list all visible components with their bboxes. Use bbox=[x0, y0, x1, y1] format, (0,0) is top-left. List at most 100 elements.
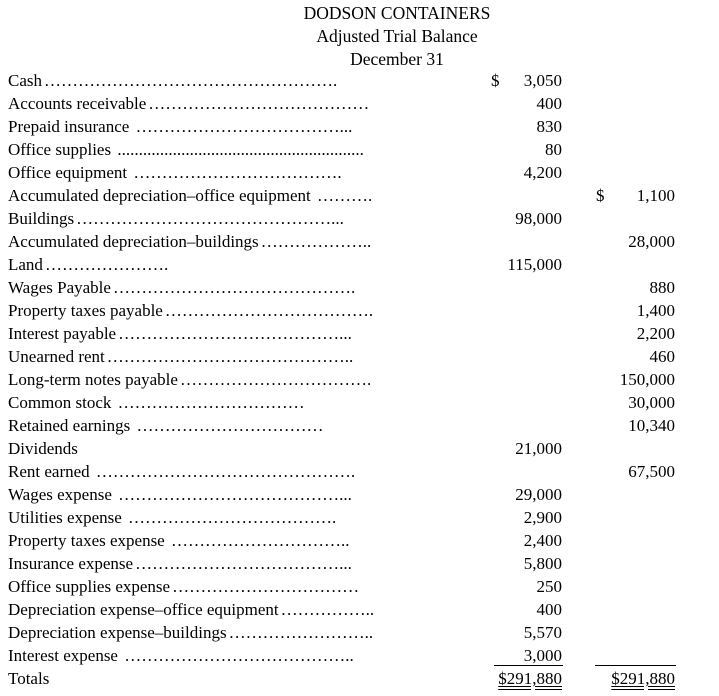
debit-amount: 80 bbox=[545, 140, 562, 159]
dot-leader: ……………………………………. bbox=[112, 278, 356, 297]
account-cell: Accumulated depreciation–buildings………………… bbox=[8, 230, 438, 253]
report-title: Adjusted Trial Balance bbox=[316, 26, 478, 46]
table-row: Depreciation expense–office equipment………… bbox=[0, 598, 719, 621]
dot-leader: ……………………………………………. bbox=[44, 71, 338, 90]
credit-amount: 150,000 bbox=[619, 370, 675, 389]
dot-leader: …………………….. bbox=[228, 623, 374, 642]
table-row: Property taxes payable………………………………. 1,400 bbox=[0, 299, 719, 322]
table-row: Prepaid insurance ………………………………... 830 bbox=[0, 115, 719, 138]
account-name: Office supplies bbox=[8, 140, 114, 159]
account-cell: Utilities expense ………………………………. bbox=[8, 506, 438, 529]
account-cell: Interest payable…………………………………... bbox=[8, 322, 438, 345]
account-name: Office supplies expense bbox=[8, 577, 173, 596]
totals-row: Totals $291,880 $291,880 bbox=[0, 667, 719, 690]
account-cell: Retained earnings …………………………… bbox=[8, 414, 438, 437]
account-cell: Office supplies ........................… bbox=[8, 138, 438, 161]
debit-total-rule bbox=[494, 665, 563, 666]
account-name: Depreciation expense–office equipment bbox=[8, 600, 281, 619]
account-cell: Interest expense ………………………………….. bbox=[8, 644, 438, 667]
debit-amount: 830 bbox=[536, 117, 563, 136]
account-name: Dividends bbox=[8, 439, 80, 458]
account-name: Depreciation expense–buildings bbox=[8, 623, 229, 642]
account-name: Interest expense bbox=[8, 646, 120, 665]
account-cell: Accounts receivable………………………………… bbox=[8, 92, 438, 115]
credit-total-rule bbox=[595, 665, 676, 666]
table-row: Office supplies ........................… bbox=[0, 138, 719, 161]
table-row: Land…………………. 115,000 bbox=[0, 253, 719, 276]
account-cell: Office supplies expense…………………………… bbox=[8, 575, 438, 598]
account-cell: Office equipment ………………………………. bbox=[8, 161, 438, 184]
account-cell: Depreciation expense–office equipment………… bbox=[8, 598, 438, 621]
debit-amount: 400 bbox=[536, 600, 563, 619]
account-name: Common stock bbox=[8, 393, 114, 412]
dot-leader: ………………………………………. bbox=[91, 462, 356, 481]
debit-amount: 2,400 bbox=[523, 531, 562, 550]
dot-leader: ……………….. bbox=[260, 232, 372, 251]
table-row: Property taxes expense ………………………….. 2,400 bbox=[0, 529, 719, 552]
table-row: Cash……………………………………………. $3,050 bbox=[0, 69, 719, 92]
debit-amount: 5,570 bbox=[523, 623, 562, 642]
totals-label-cell: Totals bbox=[8, 667, 438, 690]
account-cell: Wages Payable……………………………………. bbox=[8, 276, 438, 299]
dot-leader: ………………………………. bbox=[164, 301, 374, 320]
dot-leader: …………………………… bbox=[113, 393, 305, 412]
account-cell: Long-term notes payable……………………………. bbox=[8, 368, 438, 391]
dot-leader: ………………………………. bbox=[129, 163, 342, 182]
account-cell: Land…………………. bbox=[8, 253, 438, 276]
dot-leader: …………………. bbox=[44, 255, 169, 274]
table-row: Accumulated depreciation–buildings………………… bbox=[0, 230, 719, 253]
account-name: Prepaid insurance bbox=[8, 117, 132, 136]
dot-leader: …………………………… bbox=[172, 577, 360, 596]
dot-leader: …………………………………... bbox=[118, 324, 352, 343]
table-row: Insurance expense………………………………... 5,800 bbox=[0, 552, 719, 575]
table-row: Office equipment ………………………………. 4,200 bbox=[0, 161, 719, 184]
trial-balance-table: Cash……………………………………………. $3,050 Accounts rec… bbox=[0, 69, 719, 690]
debit-amount: 5,800 bbox=[523, 554, 562, 573]
credit-amount: 30,000 bbox=[628, 393, 675, 412]
table-row: Long-term notes payable……………………………. 150,0… bbox=[0, 368, 719, 391]
account-name: Land bbox=[8, 255, 45, 274]
table-row: Buildings………………………………………... 98,000 bbox=[0, 207, 719, 230]
dot-leader: ………. bbox=[312, 186, 373, 205]
account-name: Utilities expense bbox=[8, 508, 124, 527]
table-row: Retained earnings …………………………… 10,340 bbox=[0, 414, 719, 437]
table-row: Accumulated depreciation–office equipmen… bbox=[0, 184, 719, 207]
dot-leader: ………………………….. bbox=[166, 531, 350, 550]
credit-amount: 460 bbox=[649, 347, 676, 366]
debit-amount: 250 bbox=[536, 577, 563, 596]
dot-leader: ………………………………. bbox=[123, 508, 337, 527]
account-name: Cash bbox=[8, 71, 44, 90]
dot-leader: ………………………………………... bbox=[76, 209, 344, 228]
account-name: Unearned rent bbox=[8, 347, 107, 366]
dot-leader: ........................................… bbox=[113, 140, 364, 159]
totals-label: Totals bbox=[8, 669, 50, 688]
account-name: Office equipment bbox=[8, 163, 130, 182]
dot-leader: ………………………………... bbox=[131, 117, 353, 136]
account-cell: Prepaid insurance ………………………………... bbox=[8, 115, 438, 138]
account-name: Buildings bbox=[8, 209, 77, 228]
dot-leader: ………………………………… bbox=[148, 94, 370, 113]
table-row: Interest expense ………………………………….. 3,000 bbox=[0, 644, 719, 667]
account-cell: Cash……………………………………………. bbox=[8, 69, 438, 92]
account-cell: Property taxes payable………………………………. bbox=[8, 299, 438, 322]
debit-amount: 2,900 bbox=[523, 508, 562, 527]
account-name: Retained earnings bbox=[8, 416, 133, 435]
account-cell: Wages expense …………………………………... bbox=[8, 483, 438, 506]
debit-total: $291,880 bbox=[498, 669, 562, 688]
debit-amount: 4,200 bbox=[523, 163, 562, 182]
account-name: Accumulated depreciation–office equipmen… bbox=[8, 186, 313, 205]
debit-amount: 3,000 bbox=[523, 646, 562, 665]
debit-amount: 21,000 bbox=[515, 439, 562, 458]
table-row: Accounts receivable………………………………… 400 bbox=[0, 92, 719, 115]
table-row: Unearned rent…………………………………….. 460 bbox=[0, 345, 719, 368]
account-cell: Buildings………………………………………... bbox=[8, 207, 438, 230]
debit-amount: 400 bbox=[536, 94, 563, 113]
account-name: Insurance expense bbox=[8, 554, 136, 573]
table-row: Rent earned ………………………………………. 67,500 bbox=[0, 460, 719, 483]
credit-amount: 28,000 bbox=[628, 232, 675, 251]
dot-leader: ………………………………... bbox=[135, 554, 352, 573]
account-cell: Common stock …………………………… bbox=[8, 391, 438, 414]
account-name: Property taxes expense bbox=[8, 531, 167, 550]
report-date: December 31 bbox=[350, 49, 444, 69]
credit-amount: 2,200 bbox=[636, 324, 675, 343]
